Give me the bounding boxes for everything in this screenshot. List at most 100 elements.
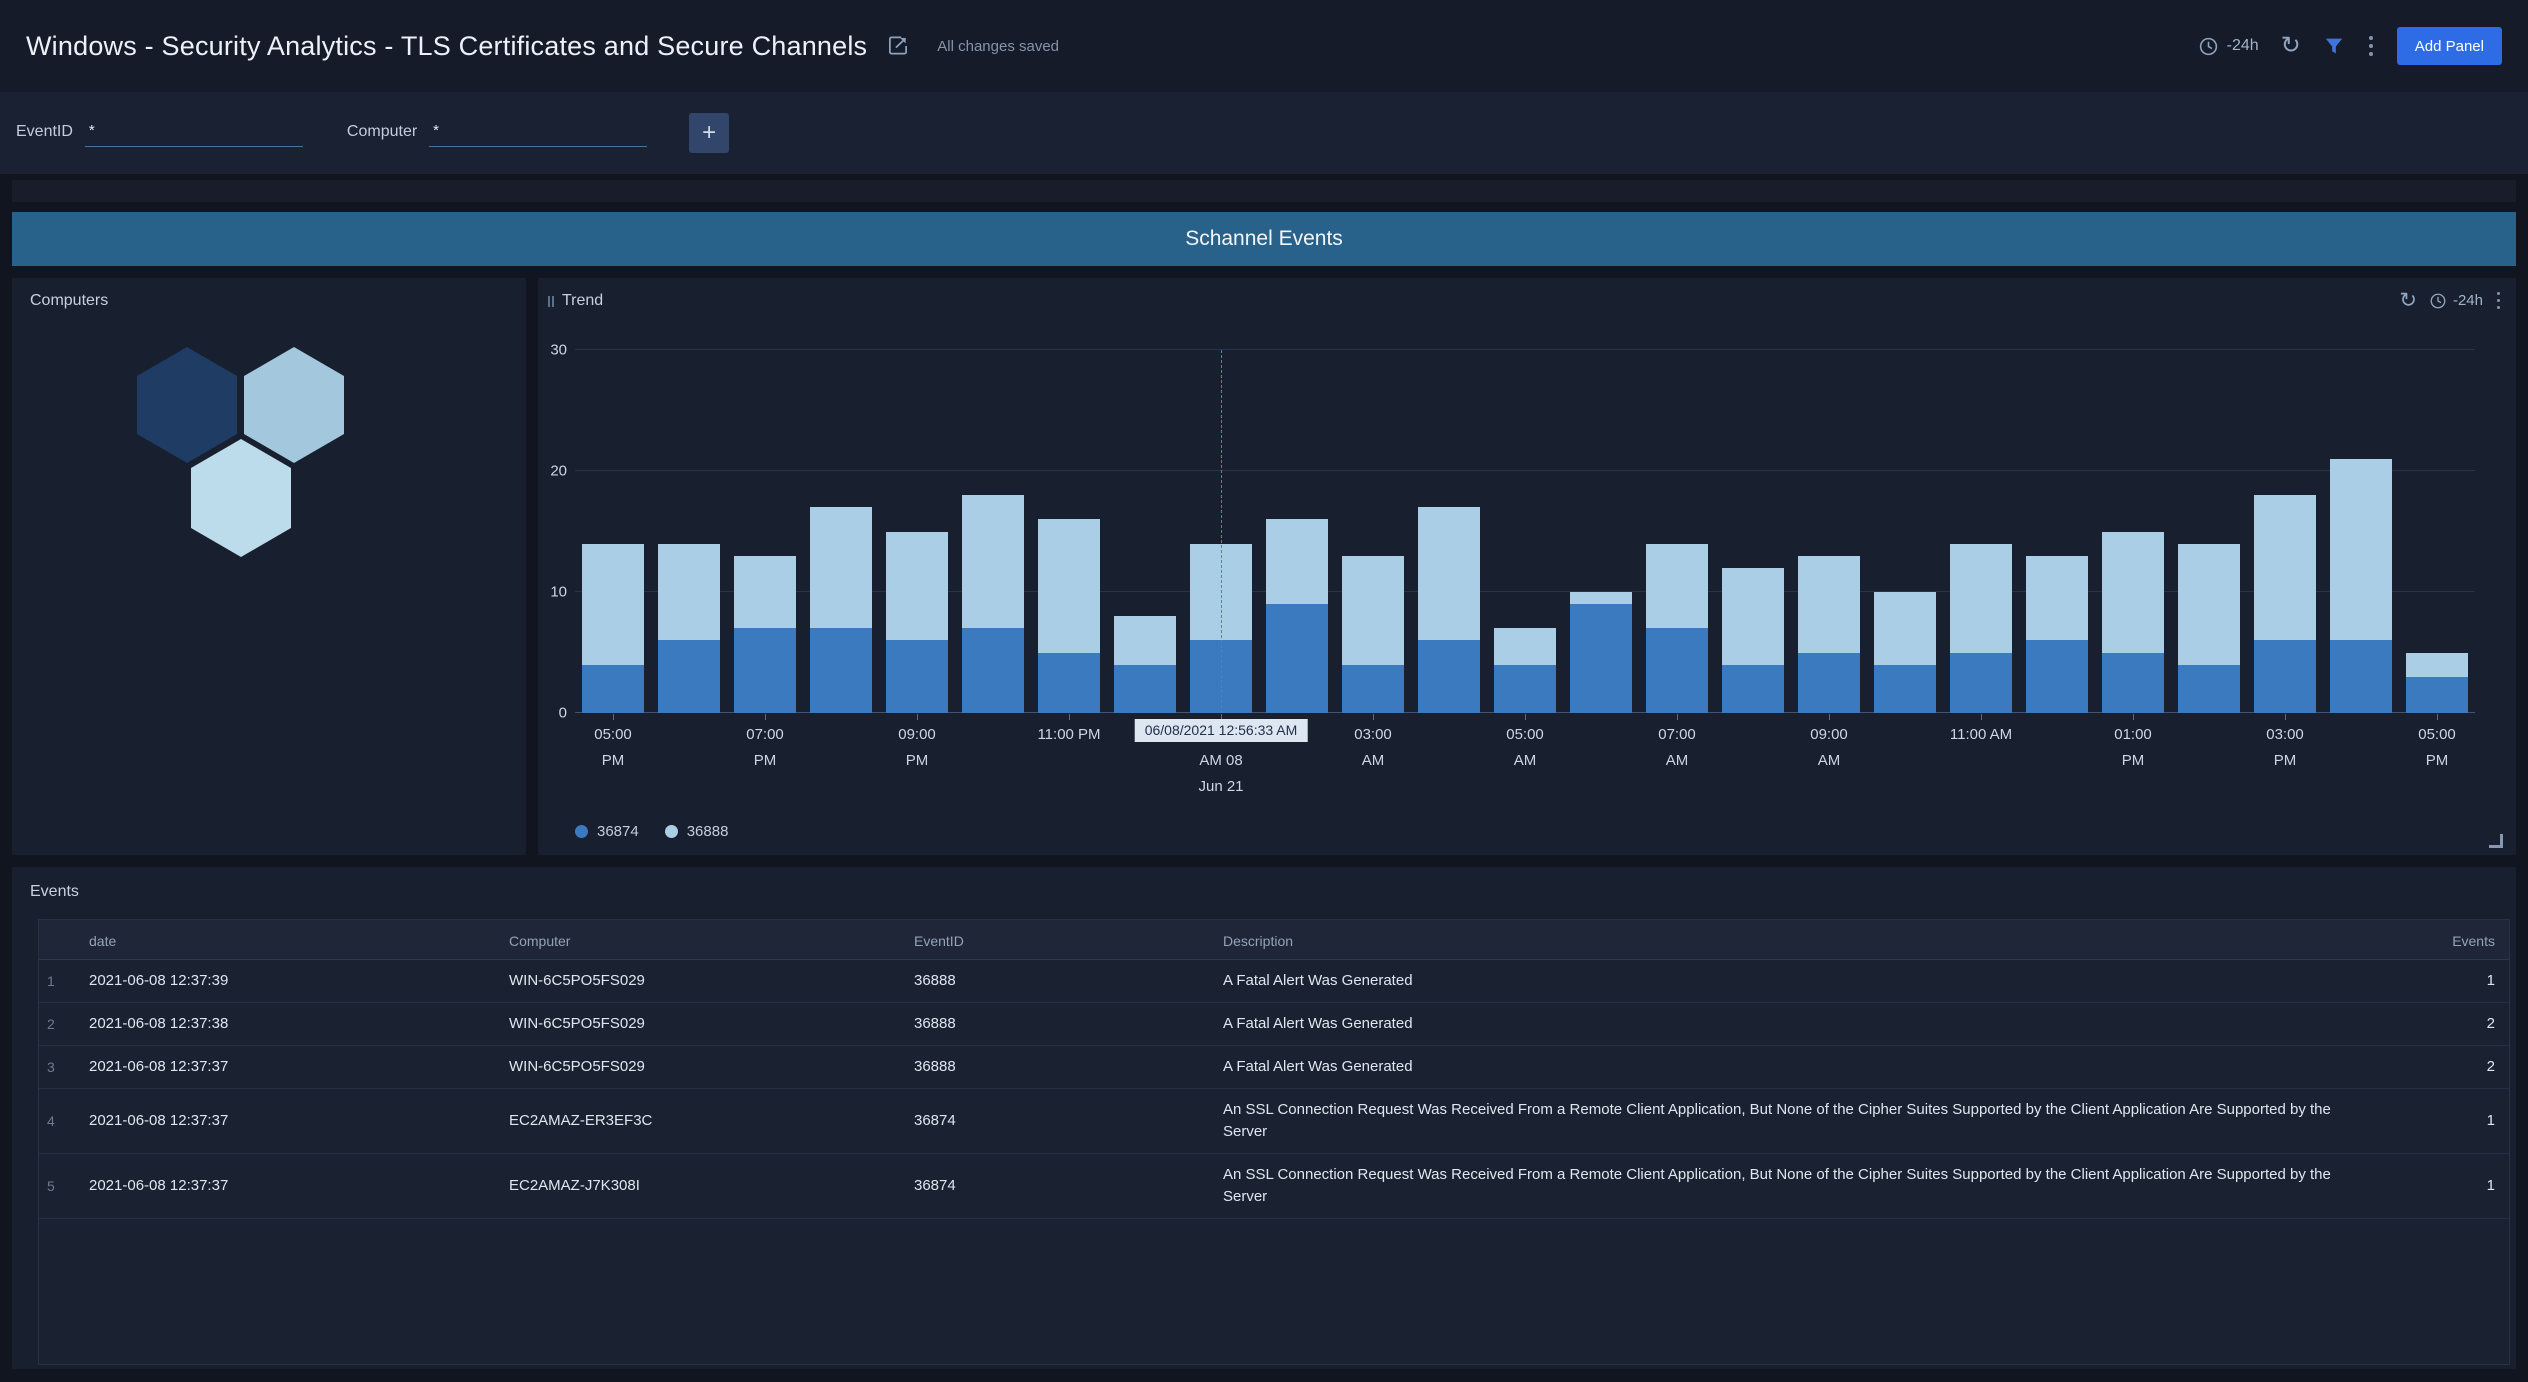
trend-refresh-icon[interactable]: ↻ bbox=[2399, 290, 2417, 311]
computers-panel: Computers bbox=[12, 278, 526, 855]
legend-item-36888[interactable]: 36888 bbox=[665, 823, 729, 840]
add-filter-button[interactable]: + bbox=[689, 113, 729, 153]
row-number: 2 bbox=[39, 1003, 89, 1045]
bar-segment-36874[interactable] bbox=[2102, 653, 2164, 714]
table-row[interactable]: 42021-06-08 12:37:37EC2AMAZ-ER3EF3C36874… bbox=[39, 1089, 2509, 1154]
bar-segment-36888[interactable] bbox=[2178, 544, 2240, 665]
x-axis-label: 05:00PM bbox=[2418, 722, 2456, 774]
bar-segment-36888[interactable] bbox=[658, 544, 720, 641]
x-axis-label: 09:00AM bbox=[1810, 722, 1848, 774]
bar-segment-36888[interactable] bbox=[734, 556, 796, 629]
bar-segment-36888[interactable] bbox=[1038, 519, 1100, 652]
bar-segment-36888[interactable] bbox=[810, 507, 872, 628]
bar-segment-36888[interactable] bbox=[1266, 519, 1328, 604]
trend-time-range-label: -24h bbox=[2453, 292, 2483, 309]
table-row[interactable]: 12021-06-08 12:37:39WIN-6C5PO5FS02936888… bbox=[39, 960, 2509, 1003]
filter-icon[interactable] bbox=[2323, 35, 2345, 57]
hexagon-light-2[interactable] bbox=[191, 439, 291, 557]
dashboard-time-range[interactable]: -24h bbox=[2198, 36, 2259, 57]
hexagon-light-1[interactable] bbox=[244, 347, 344, 463]
bar-segment-36874[interactable] bbox=[1798, 653, 1860, 714]
bar-segment-36874[interactable] bbox=[734, 628, 796, 713]
events-panel: Events date Computer EventID Description… bbox=[12, 867, 2516, 1369]
bar-segment-36888[interactable] bbox=[582, 544, 644, 665]
bar-segment-36888[interactable] bbox=[1570, 592, 1632, 604]
col-header-date[interactable]: date bbox=[89, 920, 509, 962]
bar-segment-36874[interactable] bbox=[1950, 653, 2012, 714]
cell-events: 1 bbox=[2399, 1100, 2509, 1142]
bar-segment-36874[interactable] bbox=[2254, 640, 2316, 713]
bar-segment-36874[interactable] bbox=[962, 628, 1024, 713]
bar-segment-36888[interactable] bbox=[2406, 653, 2468, 677]
bar-segment-36874[interactable] bbox=[2406, 677, 2468, 713]
trend-kebab-icon[interactable] bbox=[2495, 290, 2502, 311]
cell-description: An SSL Connection Request Was Received F… bbox=[1223, 1089, 2399, 1153]
bar-segment-36888[interactable] bbox=[1494, 628, 1556, 664]
bar-segment-36888[interactable] bbox=[1418, 507, 1480, 640]
time-range-label: -24h bbox=[2227, 37, 2259, 55]
col-header-computer[interactable]: Computer bbox=[509, 920, 914, 962]
bar-segment-36888[interactable] bbox=[1874, 592, 1936, 665]
bar-segment-36874[interactable] bbox=[1038, 653, 1100, 714]
bar-segment-36874[interactable] bbox=[582, 665, 644, 713]
bar-segment-36874[interactable] bbox=[1722, 665, 1784, 713]
bar-segment-36888[interactable] bbox=[2102, 532, 2164, 653]
bar-segment-36874[interactable] bbox=[810, 628, 872, 713]
table-row[interactable]: 52021-06-08 12:37:37EC2AMAZ-J7K308I36874… bbox=[39, 1154, 2509, 1219]
col-header-eventid[interactable]: EventID bbox=[914, 920, 1223, 962]
bar-segment-36888[interactable] bbox=[1722, 568, 1784, 665]
chart-hover-line bbox=[1221, 350, 1222, 713]
page-title: Windows - Security Analytics - TLS Certi… bbox=[26, 31, 867, 62]
bar-segment-36888[interactable] bbox=[1950, 544, 2012, 653]
bar-segment-36874[interactable] bbox=[1570, 604, 1632, 713]
bar-segment-36888[interactable] bbox=[886, 532, 948, 641]
y-axis-label: 0 bbox=[531, 705, 567, 722]
kebab-menu-icon[interactable] bbox=[2367, 34, 2375, 58]
computer-filter-input[interactable] bbox=[429, 120, 647, 147]
bar-segment-36874[interactable] bbox=[2330, 640, 2392, 713]
table-row[interactable]: 22021-06-08 12:37:38WIN-6C5PO5FS02936888… bbox=[39, 1003, 2509, 1046]
bar-segment-36874[interactable] bbox=[1418, 640, 1480, 713]
bar-segment-36888[interactable] bbox=[1798, 556, 1860, 653]
chart-tooltip: 06/08/2021 12:56:33 AM bbox=[1135, 719, 1308, 742]
share-icon[interactable] bbox=[885, 33, 911, 59]
x-axis-label: 11:00 PM bbox=[1037, 722, 1100, 748]
refresh-icon[interactable]: ↻ bbox=[2281, 34, 2301, 58]
cell-date: 2021-06-08 12:37:37 bbox=[89, 1046, 509, 1088]
bar-segment-36874[interactable] bbox=[1494, 665, 1556, 713]
bar-segment-36888[interactable] bbox=[1646, 544, 1708, 629]
bar-segment-36888[interactable] bbox=[1342, 556, 1404, 665]
bar-segment-36888[interactable] bbox=[2254, 495, 2316, 640]
bar-segment-36888[interactable] bbox=[962, 495, 1024, 628]
bar-segment-36874[interactable] bbox=[2178, 665, 2240, 713]
table-row[interactable]: 32021-06-08 12:37:37WIN-6C5PO5FS02936888… bbox=[39, 1046, 2509, 1089]
bar-segment-36888[interactable] bbox=[2026, 556, 2088, 641]
bar-segment-36874[interactable] bbox=[1342, 665, 1404, 713]
col-header-description[interactable]: Description bbox=[1223, 920, 2399, 962]
bar-segment-36874[interactable] bbox=[658, 640, 720, 713]
x-axis-label: 01:00PM bbox=[2114, 722, 2152, 774]
legend-item-36874[interactable]: 36874 bbox=[575, 823, 639, 840]
row-number: 5 bbox=[39, 1165, 89, 1207]
hexagon-dark[interactable] bbox=[137, 347, 237, 463]
trend-time-range[interactable]: -24h bbox=[2429, 292, 2483, 310]
canvas-top-strip bbox=[12, 180, 2516, 202]
computer-filter-label: Computer bbox=[347, 123, 417, 147]
bar-segment-36888[interactable] bbox=[1114, 616, 1176, 664]
eventid-filter-input[interactable] bbox=[85, 120, 303, 147]
col-header-events[interactable]: Events bbox=[2399, 920, 2509, 962]
bar-segment-36874[interactable] bbox=[2026, 640, 2088, 713]
bar-segment-36874[interactable] bbox=[1266, 604, 1328, 713]
add-panel-button[interactable]: Add Panel bbox=[2397, 27, 2502, 65]
bar-segment-36874[interactable] bbox=[1874, 665, 1936, 713]
bar-segment-36874[interactable] bbox=[1114, 665, 1176, 713]
clock-icon bbox=[2198, 36, 2219, 57]
bar-segment-36888[interactable] bbox=[2330, 459, 2392, 641]
cell-computer: EC2AMAZ-J7K308I bbox=[509, 1165, 914, 1207]
bar-segment-36874[interactable] bbox=[886, 640, 948, 713]
panel-resize-handle[interactable] bbox=[2489, 834, 2503, 848]
bar-segment-36874[interactable] bbox=[1646, 628, 1708, 713]
panel-drag-handle-icon[interactable] bbox=[548, 296, 554, 307]
x-axis-label: 05:00PM bbox=[594, 722, 632, 774]
cell-computer: WIN-6C5PO5FS029 bbox=[509, 1003, 914, 1045]
